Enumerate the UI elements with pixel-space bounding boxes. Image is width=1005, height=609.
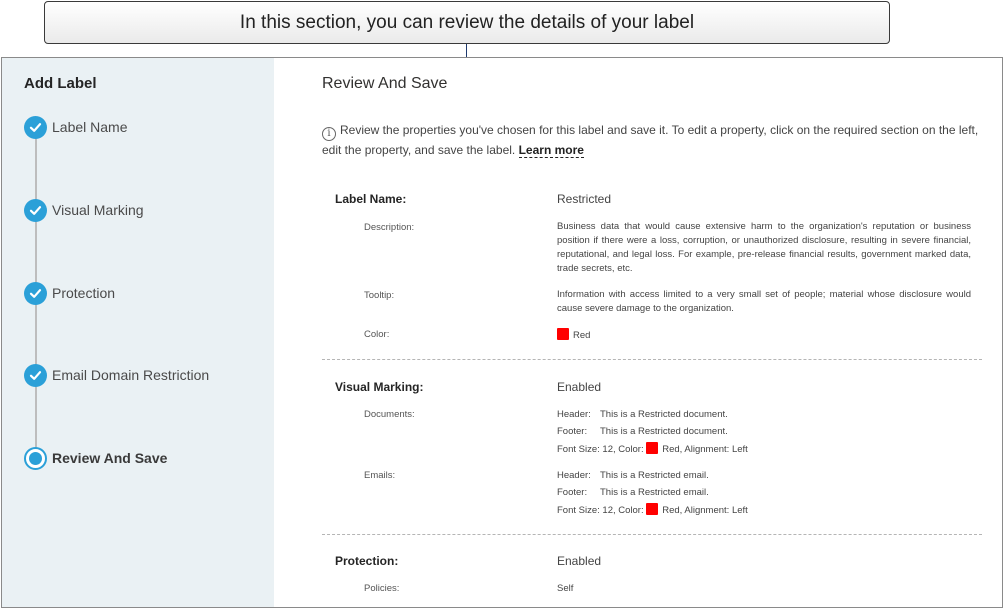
header-key: Header: (557, 470, 591, 481)
callout-banner: In this section, you can review the deta… (44, 1, 890, 44)
documents-header-row: Header: This is a Restricted document. (557, 409, 728, 420)
documents-format-row: Font Size: 12, Color: Red, Alignment: Le… (557, 442, 748, 455)
page-title: Review And Save (322, 75, 448, 92)
info-message: i Review the properties you've chosen for… (322, 121, 982, 160)
emails-header-value: This is a Restricted email. (600, 470, 709, 481)
step-label-name[interactable]: Label Name (24, 115, 128, 139)
policies-value: Self (557, 583, 574, 594)
step-label: Email Domain Restriction (52, 367, 210, 383)
color-swatch (557, 328, 569, 340)
learn-more-link[interactable]: Learn more (518, 143, 584, 158)
documents-label: Documents: (364, 409, 415, 420)
description-value: Business data that would cause extensive… (557, 221, 971, 274)
info-icon: i (322, 127, 336, 141)
section-divider (322, 359, 982, 360)
emails-format-prefix: Font Size: 12, Color: (557, 505, 644, 516)
label-name-value: Restricted (557, 192, 612, 206)
label-name-heading: Label Name: (335, 192, 407, 206)
checkmark-icon (24, 198, 47, 222)
visual-marking-heading: Visual Marking: (335, 380, 424, 394)
footer-key: Footer: (557, 426, 588, 437)
documents-format-prefix: Font Size: 12, Color: (557, 444, 644, 455)
policies-label: Policies: (364, 583, 400, 594)
wizard-sidebar: Add Label Label Name Visual Marking Prot… (2, 58, 274, 607)
documents-format-suffix: Red, Alignment: Left (662, 444, 748, 455)
app-window: Add Label Label Name Visual Marking Prot… (1, 57, 1003, 608)
step-label: Protection (52, 285, 116, 301)
step-protection[interactable]: Protection (24, 281, 115, 305)
emails-footer-value: This is a Restricted email. (600, 487, 709, 498)
step-review-and-save[interactable]: Review And Save (24, 446, 167, 470)
section-divider (322, 534, 982, 535)
emails-format-suffix: Red, Alignment: Left (662, 505, 748, 516)
color-swatch (646, 442, 659, 454)
step-label: Visual Marking (52, 202, 144, 218)
tooltip-label: Tooltip: (364, 290, 395, 301)
protection-value: Enabled (557, 554, 602, 568)
tooltip-value: Information with access limited to a ver… (557, 289, 971, 314)
color-name: Red (573, 330, 591, 341)
current-step-icon (24, 446, 47, 470)
color-label: Color: (364, 329, 390, 340)
checkmark-icon (24, 363, 47, 387)
review-panel: Review And Save i Review the properties y… (274, 58, 1002, 607)
color-swatch (646, 503, 659, 515)
info-text: Review the properties you've chosen for … (322, 123, 979, 157)
emails-format-row: Font Size: 12, Color: Red, Alignment: Le… (557, 503, 748, 516)
step-label: Label Name (52, 119, 128, 135)
checkmark-icon (24, 281, 47, 305)
protection-heading: Protection: (335, 554, 399, 568)
footer-key: Footer: (557, 487, 588, 498)
visual-marking-value: Enabled (557, 380, 602, 394)
checkmark-icon (24, 115, 47, 139)
step-label: Review And Save (52, 450, 168, 466)
step-visual-marking[interactable]: Visual Marking (24, 198, 144, 222)
emails-label: Emails: (364, 470, 396, 481)
description-label: Description: (364, 222, 415, 233)
header-key: Header: (557, 409, 591, 420)
documents-header-value: This is a Restricted document. (600, 409, 728, 420)
emails-footer-row: Footer: This is a Restricted email. (557, 487, 709, 498)
color-value: Red (557, 328, 590, 341)
emails-header-row: Header: This is a Restricted email. (557, 470, 709, 481)
sidebar-title: Add Label (24, 75, 97, 92)
step-email-domain-restriction[interactable]: Email Domain Restriction (24, 363, 209, 387)
documents-footer-row: Footer: This is a Restricted document. (557, 426, 728, 437)
documents-footer-value: This is a Restricted document. (600, 426, 728, 437)
